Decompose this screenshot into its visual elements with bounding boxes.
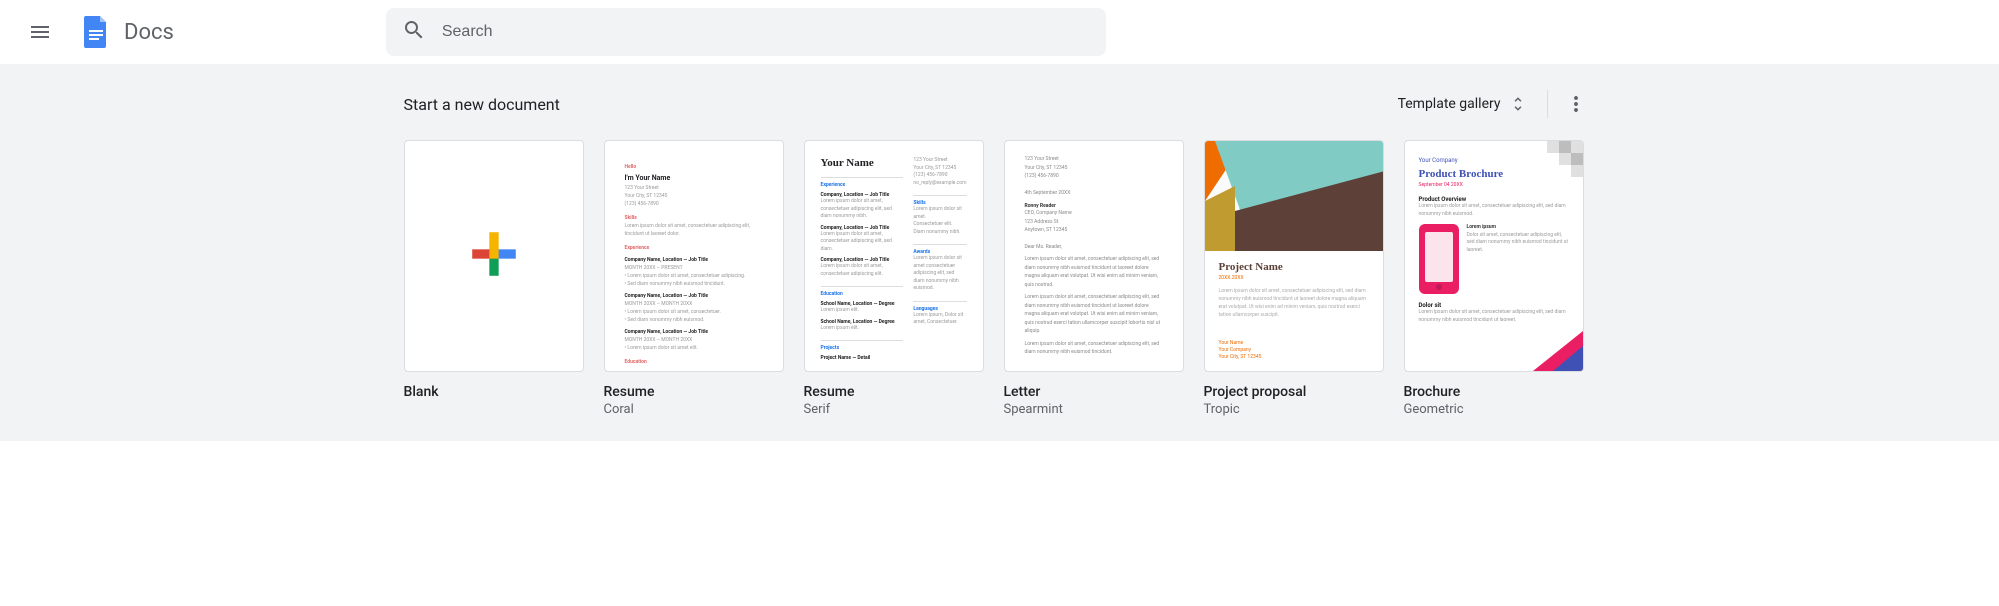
template-thumb: Your Name Experience Company, Location —… xyxy=(804,140,984,372)
unfold-more-icon xyxy=(1509,95,1527,113)
search-input[interactable] xyxy=(442,23,1090,41)
template-gallery-label: Template gallery xyxy=(1398,96,1501,112)
template-thumb xyxy=(404,140,584,372)
template-section: Start a new document Template gallery xyxy=(0,64,1999,441)
template-title: Brochure xyxy=(1404,384,1584,400)
divider xyxy=(1547,90,1548,118)
template-card-resume-coral[interactable]: Hello I'm Your Name 123 Your StreetYour … xyxy=(604,140,784,417)
template-card-brochure-geometric[interactable]: Your Company Product Brochure September … xyxy=(1404,140,1584,417)
docs-icon xyxy=(76,12,116,52)
template-card-project-proposal-tropic[interactable]: Project Name 20XX.20XX Lorem ipsum dolor… xyxy=(1204,140,1384,417)
app-name: Docs xyxy=(124,20,174,45)
app-logo[interactable]: Docs xyxy=(72,12,174,52)
template-thumb: Hello I'm Your Name 123 Your StreetYour … xyxy=(604,140,784,372)
search-container xyxy=(386,8,1106,56)
search-bar[interactable] xyxy=(386,8,1106,56)
plus-icon xyxy=(466,226,522,286)
main-menu-button[interactable] xyxy=(16,8,64,56)
header-bar: Docs xyxy=(0,0,1999,64)
template-title: Letter xyxy=(1004,384,1184,400)
template-thumb: 123 Your StreetYour City, ST 12345(123) … xyxy=(1004,140,1184,372)
template-thumb: Your Company Product Brochure September … xyxy=(1404,140,1584,372)
template-subtitle: Coral xyxy=(604,402,784,417)
template-gallery-button[interactable]: Template gallery xyxy=(1386,87,1539,121)
template-row: Blank Hello I'm Your Name 123 Your Stree… xyxy=(404,140,1596,417)
template-card-letter-spearmint[interactable]: 123 Your StreetYour City, ST 12345(123) … xyxy=(1004,140,1184,417)
section-title: Start a new document xyxy=(404,95,560,114)
search-icon xyxy=(402,18,426,46)
template-title: Resume xyxy=(604,384,784,400)
section-header: Start a new document Template gallery xyxy=(404,80,1596,128)
template-thumb: Project Name 20XX.20XX Lorem ipsum dolor… xyxy=(1204,140,1384,372)
more-vert-icon xyxy=(1564,92,1588,116)
template-title: Resume xyxy=(804,384,984,400)
template-subtitle: Tropic xyxy=(1204,402,1384,417)
template-subtitle: Spearmint xyxy=(1004,402,1184,417)
template-title: Blank xyxy=(404,384,584,400)
template-subtitle: Serif xyxy=(804,402,984,417)
template-title: Project proposal xyxy=(1204,384,1384,400)
template-card-resume-serif[interactable]: Your Name Experience Company, Location —… xyxy=(804,140,984,417)
template-subtitle: Geometric xyxy=(1404,402,1584,417)
template-card-blank[interactable]: Blank xyxy=(404,140,584,417)
more-options-button[interactable] xyxy=(1556,84,1596,124)
hamburger-icon xyxy=(28,20,52,44)
